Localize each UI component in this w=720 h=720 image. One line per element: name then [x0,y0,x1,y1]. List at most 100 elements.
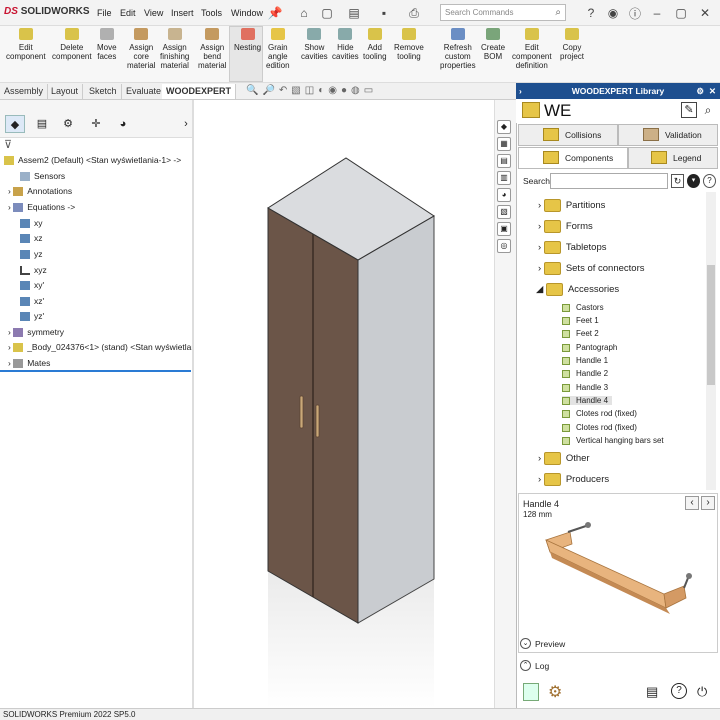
list-item[interactable]: Handle 2 [562,369,608,378]
scene-icon[interactable]: ◍ [351,85,360,99]
power-icon[interactable]: ⏻ [697,684,707,700]
ribbon-button-create-bom[interactable]: Create BOM [481,28,505,61]
previous-item-button[interactable]: ‹ [685,496,699,510]
folder-partitions[interactable]: › Partitions [538,199,605,212]
table-icon[interactable] [523,683,539,701]
tree-item-plane[interactable]: yz' [20,311,44,322]
tab-evaluate[interactable]: Evaluate [122,84,167,99]
zoom-area-icon[interactable]: 🔎 [262,85,274,99]
ribbon-button-refresh-custom-properties[interactable]: Refresh custom properties [440,28,476,70]
appearances-icon[interactable]: ◕ [497,188,511,202]
menu-insert[interactable]: Insert [171,8,194,18]
collapse-arrow-icon[interactable]: › [519,83,522,99]
document-icon[interactable]: ▤ [646,684,658,700]
list-item[interactable]: Handle 3 [562,383,608,392]
info-icon[interactable]: ⓘ [626,4,644,22]
preview-section-label[interactable]: Preview [535,639,565,649]
tree-item-plane[interactable]: xy [20,218,43,229]
list-item[interactable]: Clotes rod (fixed) [562,423,637,432]
list-item[interactable]: Feet 2 [562,329,599,338]
print-icon[interactable]: ⎙ [405,4,423,22]
graphics-area[interactable] [194,100,494,708]
dimxpert-icon[interactable]: ✛ [86,115,106,133]
zoom-fit-icon[interactable]: 🔍 [246,85,258,99]
tree-item-annotations[interactable]: › Annotations [8,186,72,197]
tab-assembly[interactable]: Assembly [0,84,49,99]
resources-icon[interactable]: ◆ [497,120,511,134]
folder-tabletops[interactable]: › Tabletops [538,241,606,254]
tab-sketch[interactable]: Sketch [85,84,122,99]
property-manager-icon[interactable]: ▤ [32,115,52,133]
ribbon-button-move-faces[interactable]: Move faces [97,28,117,61]
ribbon-button-grain-angle-edition[interactable]: Grain angle edition [266,28,290,70]
library-search-input[interactable] [550,173,668,189]
dropdown-icon[interactable]: ▾ [687,174,700,188]
display-settings-icon[interactable]: ▭ [364,85,373,99]
display-manager-icon[interactable]: ◕ [113,115,133,133]
ribbon-button-remove-tooling[interactable]: Remove tooling [394,28,424,61]
menu-tools[interactable]: Tools [201,8,222,18]
ribbon-button-hide-cavities[interactable]: Hide cavities [332,28,359,61]
list-item[interactable]: Pantograph [562,343,617,352]
tree-item-plane[interactable]: yz [20,249,43,260]
search-commands-input[interactable]: Search Commands ⌕ [440,4,566,21]
tree-item-plane[interactable]: xz [20,233,43,244]
ribbon-button-delete-component[interactable]: Delete component [52,28,92,61]
preview-toggle-icon[interactable]: ⌄ [520,638,531,649]
hide-show-icon[interactable]: ◉ [328,85,337,99]
user-icon[interactable]: ◉ [604,4,622,22]
ribbon-button-nesting[interactable]: Nesting [234,28,261,52]
next-item-button[interactable]: › [701,496,715,510]
save-icon[interactable]: ▪ [375,4,393,22]
tree-item-mates[interactable]: › Mates [8,358,50,369]
list-item-selected[interactable]: Handle 4 [562,396,613,405]
design-library-icon[interactable]: ▦ [497,137,511,151]
ribbon-button-add-tooling[interactable]: Add tooling [363,28,387,61]
tree-root[interactable]: Assem2 (Default) <Stan wyświetlania-1> -… [4,155,181,166]
previous-view-icon[interactable]: ↶ [279,85,287,99]
open-icon[interactable]: ▤ [345,4,363,22]
custom-properties-icon[interactable]: ▧ [497,205,511,219]
panel-close-icon[interactable]: ✕ [709,83,716,99]
edit-icon[interactable]: ✎ [681,102,697,118]
folder-forms[interactable]: › Forms [538,220,593,233]
ribbon-button-edit-component-definition[interactable]: Edit component definition [512,28,552,70]
tree-item-plane[interactable]: xz' [20,296,44,307]
ribbon-button-assign-finishing-material[interactable]: Assign finishing material [160,28,189,70]
refresh-icon[interactable]: ↻ [671,174,684,188]
menu-edit[interactable]: Edit [120,8,136,18]
feature-tree-tab-icon[interactable]: ◆ [5,115,25,133]
menu-file[interactable]: File [97,8,112,18]
folder-producers[interactable]: › Producers [538,473,609,486]
list-item[interactable]: Handle 1 [562,356,608,365]
tree-item-plane[interactable]: xy' [20,280,44,291]
folder-other[interactable]: › Other [538,452,590,465]
view-orientation-icon[interactable]: ◫ [305,85,314,99]
ribbon-button-edit-component[interactable]: Edit component [6,28,46,61]
list-item[interactable]: Vertical hanging bars set [562,436,664,445]
library-help-icon[interactable]: ? [703,174,716,188]
ribbon-button-show-cavities[interactable]: Show cavities [301,28,328,61]
ribbon-button-copy-project[interactable]: Copy project [560,28,584,61]
file-explorer-icon[interactable]: ▤ [497,154,511,168]
display-style-icon[interactable]: ◐ [318,85,324,99]
tab-validation[interactable]: Validation [618,124,718,146]
tree-item-origin[interactable]: xyz [20,265,47,276]
scrollbar-thumb[interactable] [707,265,715,385]
menu-window[interactable]: Window [231,8,263,18]
question-icon[interactable]: ? [671,683,687,699]
section-view-icon[interactable]: ▧ [291,85,300,99]
menu-view[interactable]: View [144,8,163,18]
pin-icon[interactable]: 📌 [266,4,284,22]
configuration-manager-icon[interactable]: ⚙ [58,115,78,133]
cabinet-model[interactable] [194,100,494,708]
list-item[interactable]: Castors [562,303,604,312]
view-palette-icon[interactable]: ▥ [497,171,511,185]
minimize-icon[interactable]: – [648,4,666,22]
ribbon-button-assign-core-material[interactable]: Assign core material [127,28,155,70]
log-section-label[interactable]: Log [535,661,549,671]
tab-components[interactable]: Components [518,147,628,169]
tree-item-equations[interactable]: › Equations -> [8,202,75,213]
ribbon-button-assign-bend-material[interactable]: Assign bend material [198,28,226,70]
tab-collisions[interactable]: Collisions [518,124,618,146]
